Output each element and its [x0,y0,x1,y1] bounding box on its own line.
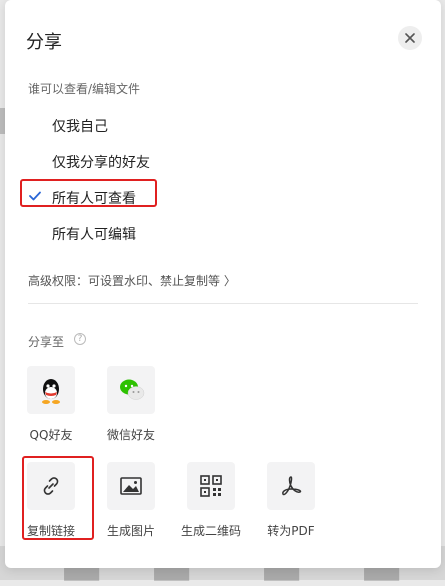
generate-image-button[interactable]: 生成图片 [96,462,166,542]
share-wechat-button[interactable]: 微信好友 [96,366,166,446]
permission-option-anyone-edit[interactable]: 所有人可编辑 [15,219,155,247]
qq-icon [27,366,75,414]
question-icon[interactable]: ? [74,333,86,345]
image-icon [107,462,155,510]
permission-section-label: 谁可以查看/编辑文件 [28,82,141,96]
share-dialog: 分享 谁可以查看/编辑文件 仅我自己 仅我分享的好友 所有人可查看 所有人可编辑… [5,0,441,568]
wechat-icon [107,366,155,414]
share-target-label: 转为PDF [267,524,315,538]
permission-option-friends[interactable]: 仅我分享的好友 [15,147,155,175]
dialog-title: 分享 [26,32,62,53]
share-qq-button[interactable]: QQ好友 [16,366,86,446]
convert-pdf-button[interactable]: 转为PDF [256,462,326,542]
share-to-label: 分享至 [28,335,65,349]
pdf-icon [267,462,315,510]
close-button[interactable] [398,26,422,50]
share-target-label: QQ好友 [29,428,73,442]
share-target-label: 生成二维码 [180,524,241,538]
qrcode-icon [187,462,235,510]
permission-option-label: 仅我自己 [52,119,108,135]
annotation-highlight-box [22,456,94,540]
share-target-label: 微信好友 [106,428,155,442]
share-target-label: 生成图片 [106,524,155,538]
annotation-highlight-box [20,179,157,207]
permission-option-private[interactable]: 仅我自己 [15,111,155,139]
generate-qrcode-button[interactable]: 生成二维码 [176,462,246,542]
permission-option-label: 所有人可编辑 [52,227,136,243]
divider [28,303,418,304]
close-icon [405,33,415,43]
advanced-permissions-link[interactable]: 高级权限：可设置水印、禁止复制等 〉 [28,272,236,289]
permission-option-label: 仅我分享的好友 [52,155,150,171]
